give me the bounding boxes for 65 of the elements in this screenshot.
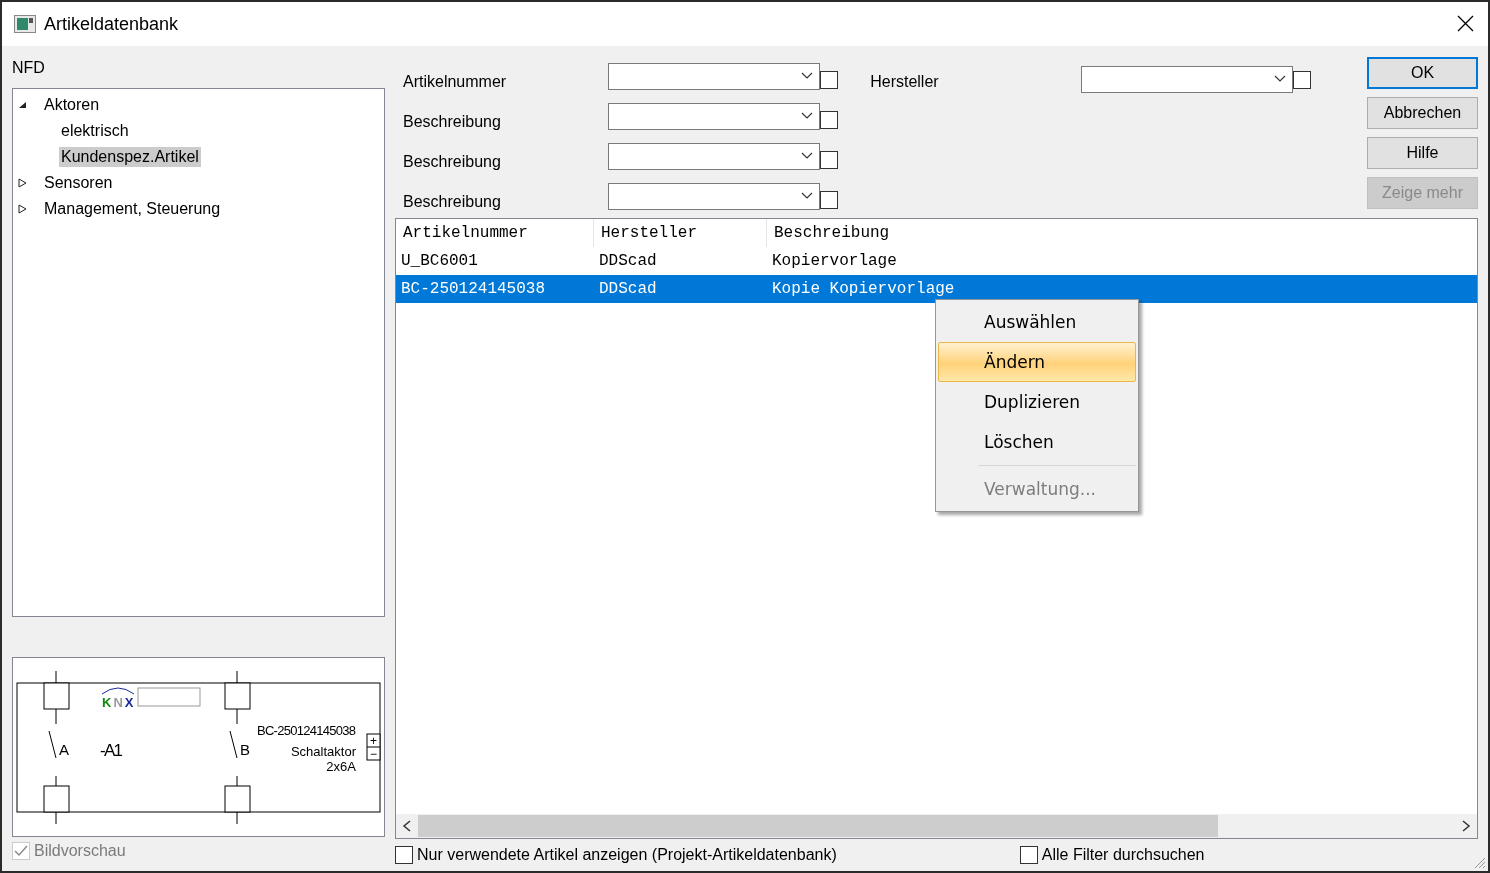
window-title: Artikeldatenbank — [44, 13, 179, 35]
filter-dropdown[interactable] — [1081, 65, 1294, 93]
menu-item[interactable]: Ändern — [938, 342, 1136, 382]
checkbox-label: Bildvorschau — [34, 842, 126, 860]
checkbox[interactable] — [820, 111, 838, 129]
app-icon — [14, 15, 36, 33]
checkbox[interactable] — [1019, 846, 1038, 864]
tree-item[interactable]: Kundenspez.Artikel — [59, 147, 201, 167]
filter-dropdown[interactable] — [608, 182, 820, 210]
resize-grip-icon[interactable] — [1474, 857, 1486, 869]
table-cell-text: Kopie Kopiervorlage — [771, 280, 956, 298]
chevron-down-icon — [801, 72, 813, 80]
plus-sign: + — [370, 734, 377, 748]
checkbox-label: Nur verwendete Artikel anzeigen (Projekt-Artikeldatenbank) — [417, 846, 837, 864]
table-row[interactable]: U_BC6001 DDScad Kopiervorlage — [396, 247, 1477, 275]
contact-label: A — [59, 741, 69, 758]
tree-item[interactable]: Aktoren — [42, 95, 102, 115]
column-header[interactable]: Hersteller — [594, 219, 767, 247]
dialog-button[interactable]: Abbrechen — [1367, 97, 1478, 129]
tree-item[interactable]: Sensoren — [42, 173, 115, 193]
tree-item[interactable]: Management, Steuerung — [42, 199, 223, 219]
minus-sign: − — [370, 747, 377, 761]
filter-dropdown[interactable] — [608, 142, 820, 170]
checkbox[interactable] — [395, 846, 413, 864]
expand-icon[interactable] — [17, 178, 29, 188]
column-header[interactable]: Beschreibung — [767, 219, 1477, 247]
expand-icon[interactable] — [17, 204, 29, 214]
table-cell-text: DDScad — [598, 280, 658, 298]
filter-label: Beschreibung — [403, 152, 502, 171]
filter-label: Beschreibung — [403, 112, 502, 131]
menu-item[interactable]: Duplizieren — [938, 382, 1136, 422]
contact-label: B — [240, 741, 250, 758]
device-type: Schaltaktor — [290, 744, 356, 759]
filter-dropdown[interactable] — [608, 62, 820, 90]
chevron-down-icon — [801, 152, 813, 160]
chevron-down-icon — [1274, 75, 1287, 83]
device-designation: -A1 — [100, 741, 123, 760]
filter-label: Beschreibung — [403, 192, 502, 211]
table-cell-text: BC-250124145038 — [400, 280, 547, 298]
dialog-button[interactable]: Hilfe — [1367, 137, 1478, 169]
tree-title: NFD — [12, 58, 46, 78]
menu-item[interactable]: Löschen — [938, 422, 1136, 462]
checkbox-label: Alle Filter durchsuchen — [1041, 846, 1205, 864]
filter-label: Hersteller — [870, 72, 940, 91]
device-rating: 2x6A — [326, 759, 356, 774]
label-frame — [137, 687, 201, 707]
checkbox[interactable] — [820, 151, 838, 169]
checkbox[interactable] — [820, 71, 838, 89]
table-cell-text: DDScad — [598, 252, 658, 270]
chevron-down-icon — [801, 192, 813, 200]
chevron-down-icon — [801, 112, 813, 120]
collapse-icon[interactable] — [17, 100, 29, 110]
article-number: BC-250124145038 — [257, 723, 356, 738]
table-cell-text: U_BC6001 — [400, 252, 479, 270]
checkbox[interactable] — [1293, 71, 1312, 89]
filter-dropdown[interactable] — [608, 102, 820, 130]
knx-logo: K N X — [101, 687, 135, 710]
filter-label: Artikelnummer — [403, 72, 508, 91]
tree-item[interactable]: elektrisch — [59, 121, 131, 141]
column-header[interactable]: Artikelnummer — [396, 219, 594, 247]
dialog-button[interactable]: OK — [1367, 57, 1478, 89]
table-row[interactable]: BC-250124145038 DDScad Kopie Kopiervorlage — [396, 275, 1477, 303]
checkbox[interactable] — [820, 191, 838, 209]
menu-item[interactable]: Auswählen — [938, 302, 1136, 342]
table-cell-text: Kopiervorlage — [771, 252, 898, 270]
